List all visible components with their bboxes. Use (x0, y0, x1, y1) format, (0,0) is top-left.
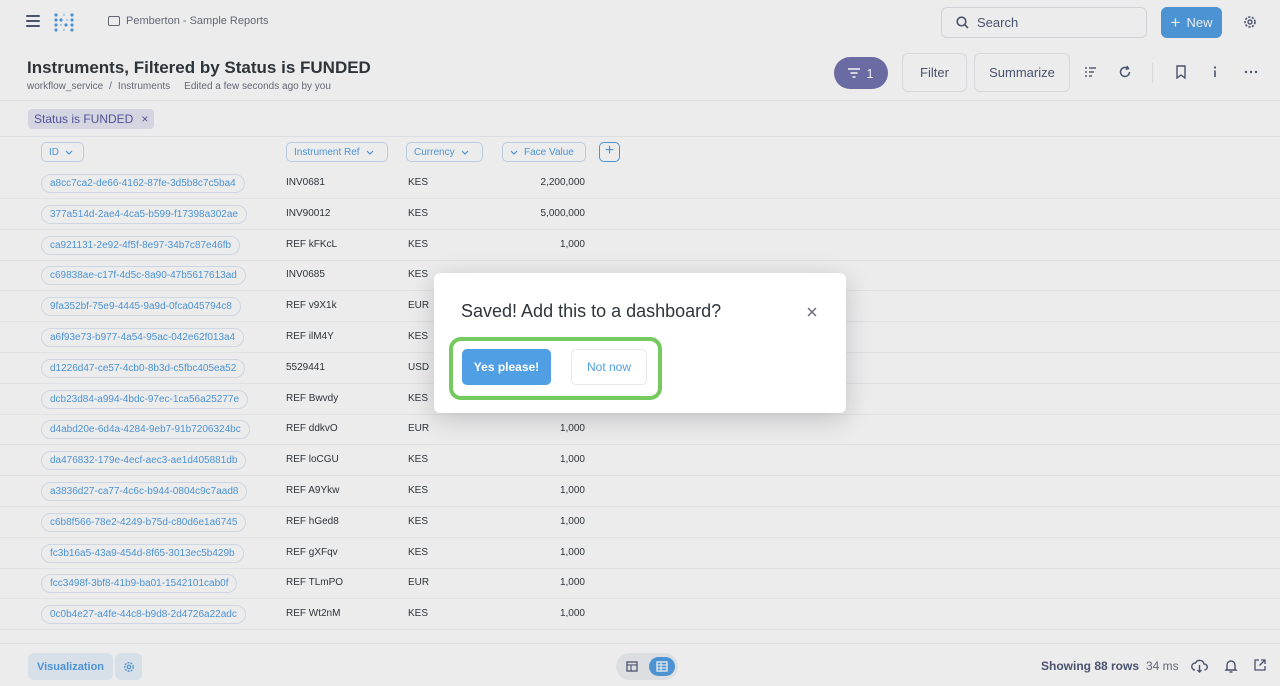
not-now-button[interactable]: Not now (571, 349, 647, 385)
close-icon[interactable] (804, 304, 820, 320)
modal-title: Saved! Add this to a dashboard? (461, 301, 722, 321)
save-confirmation-modal: Saved! Add this to a dashboard? Yes plea… (434, 273, 846, 413)
yes-please-button[interactable]: Yes please! (462, 349, 551, 385)
